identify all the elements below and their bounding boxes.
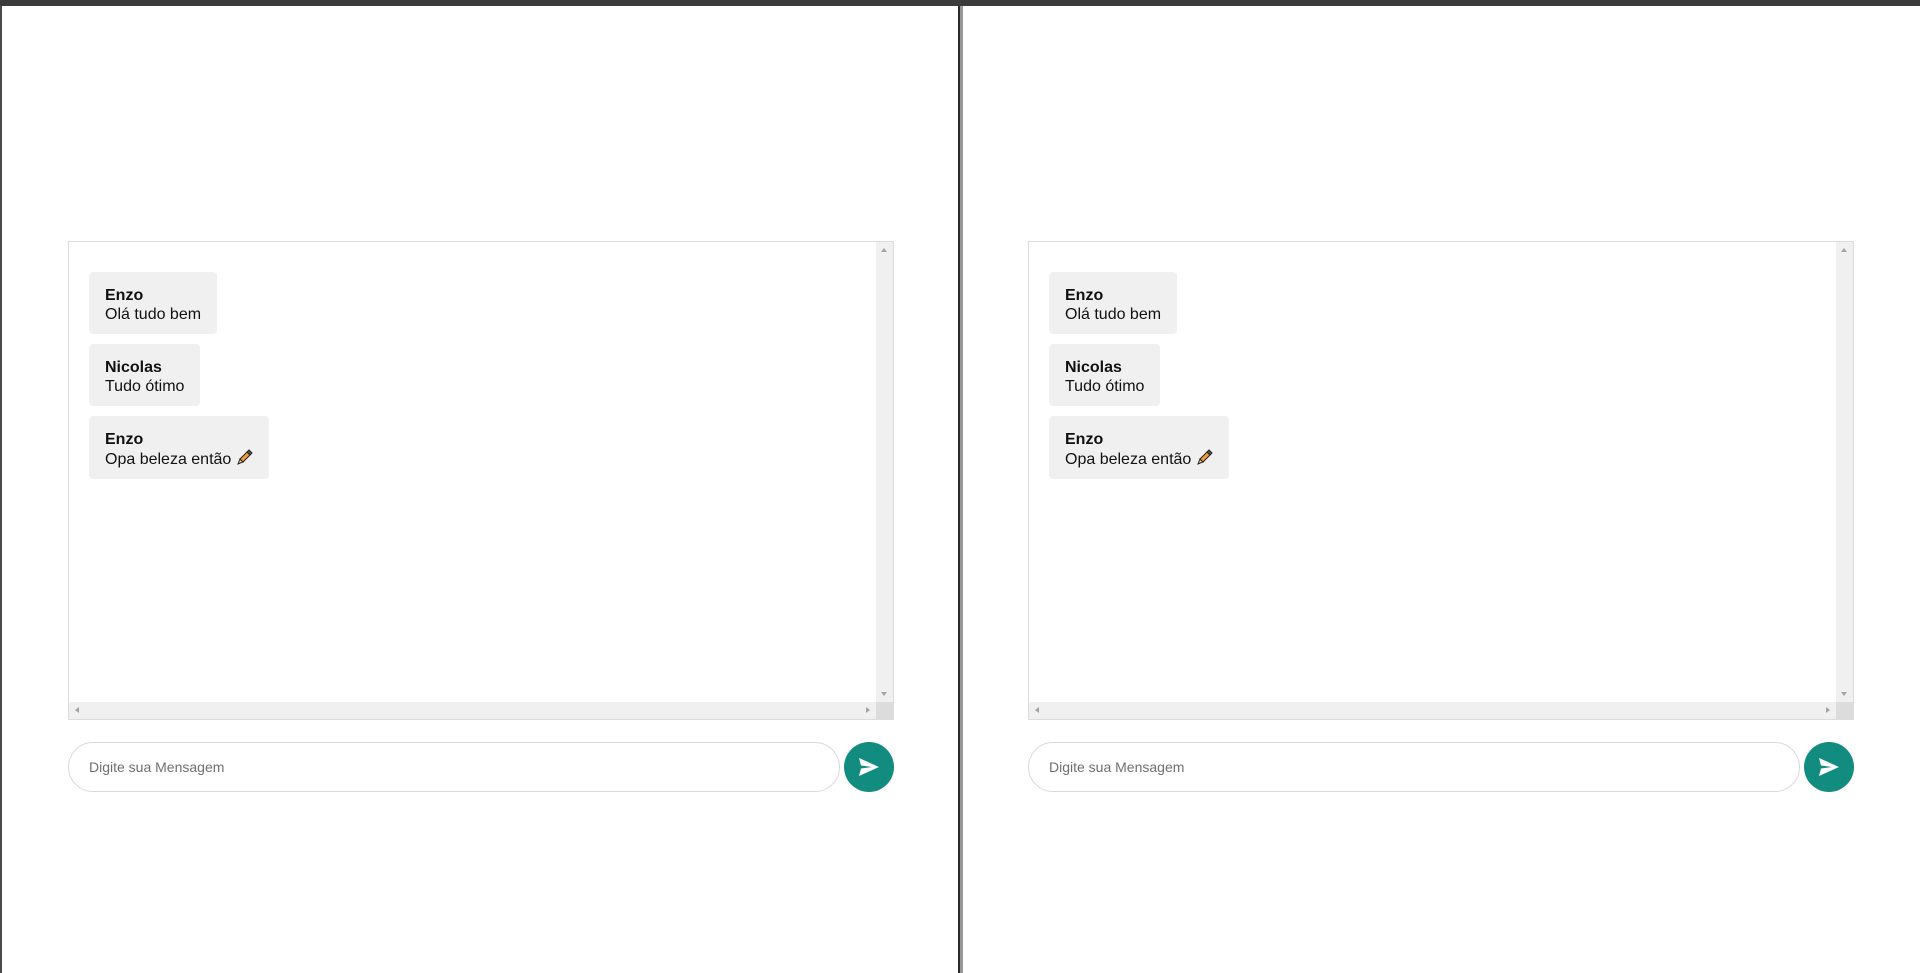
scroll-left-arrow-icon[interactable]	[1035, 707, 1039, 713]
scroll-down-arrow-icon[interactable]	[881, 692, 887, 696]
message-bubble: Enzo Opa beleza então	[1049, 416, 1230, 479]
chat-window-right: Enzo Olá tudo bem Nicolas Tudo ótimo Enz…	[960, 6, 1920, 973]
message-text: Opa beleza então	[105, 449, 254, 469]
chat-messages-panel[interactable]: Enzo Olá tudo bem Nicolas Tudo ótimo Enz…	[1028, 241, 1854, 720]
pencil-icon	[1195, 449, 1214, 467]
chat-window-left: Enzo Olá tudo bem Nicolas Tudo ótimo Enz…	[0, 6, 960, 973]
send-button[interactable]	[1804, 742, 1854, 792]
message-author: Enzo	[105, 431, 144, 448]
message-input[interactable]	[1028, 742, 1800, 792]
message-text: Tudo ótimo	[1065, 378, 1145, 395]
message-bubble: Enzo Olá tudo bem	[89, 272, 218, 334]
horizontal-scrollbar[interactable]	[1029, 702, 1836, 719]
message-bubble: Enzo Opa beleza então	[89, 416, 270, 479]
horizontal-scrollbar[interactable]	[69, 702, 876, 719]
scroll-right-arrow-icon[interactable]	[866, 707, 870, 713]
scroll-left-arrow-icon[interactable]	[75, 707, 79, 713]
message-text: Olá tudo bem	[105, 306, 202, 323]
send-icon	[1819, 758, 1839, 776]
scroll-right-arrow-icon[interactable]	[1826, 707, 1830, 713]
message-text: Opa beleza então	[1065, 449, 1214, 469]
scroll-up-arrow-icon[interactable]	[1841, 248, 1847, 252]
message-bubble: Nicolas Tudo ótimo	[89, 344, 201, 406]
message-author: Nicolas	[105, 359, 162, 376]
message-author: Enzo	[105, 287, 144, 304]
message-bubble: Enzo Olá tudo bem	[1049, 272, 1178, 334]
send-button[interactable]	[844, 742, 894, 792]
message-text-content: Opa beleza então	[105, 451, 232, 468]
send-icon	[859, 758, 879, 776]
message-author: Nicolas	[1065, 359, 1122, 376]
message-list: Enzo Olá tudo bem Nicolas Tudo ótimo Enz…	[1049, 272, 1230, 489]
message-text: Olá tudo bem	[1065, 306, 1162, 323]
message-bubble: Nicolas Tudo ótimo	[1049, 344, 1161, 406]
scroll-up-arrow-icon[interactable]	[881, 248, 887, 252]
scrollbar-corner	[876, 702, 893, 719]
vertical-scrollbar[interactable]	[876, 242, 893, 702]
message-list: Enzo Olá tudo bem Nicolas Tudo ótimo Enz…	[89, 272, 270, 489]
scroll-down-arrow-icon[interactable]	[1841, 692, 1847, 696]
pencil-icon	[235, 449, 254, 467]
message-text-content: Opa beleza então	[1065, 451, 1192, 468]
message-author: Enzo	[1065, 287, 1104, 304]
message-author: Enzo	[1065, 431, 1104, 448]
vertical-scrollbar[interactable]	[1836, 242, 1853, 702]
message-input[interactable]	[68, 742, 840, 792]
chat-messages-panel[interactable]: Enzo Olá tudo bem Nicolas Tudo ótimo Enz…	[68, 241, 894, 720]
message-text: Tudo ótimo	[105, 378, 185, 395]
scrollbar-corner	[1836, 702, 1853, 719]
